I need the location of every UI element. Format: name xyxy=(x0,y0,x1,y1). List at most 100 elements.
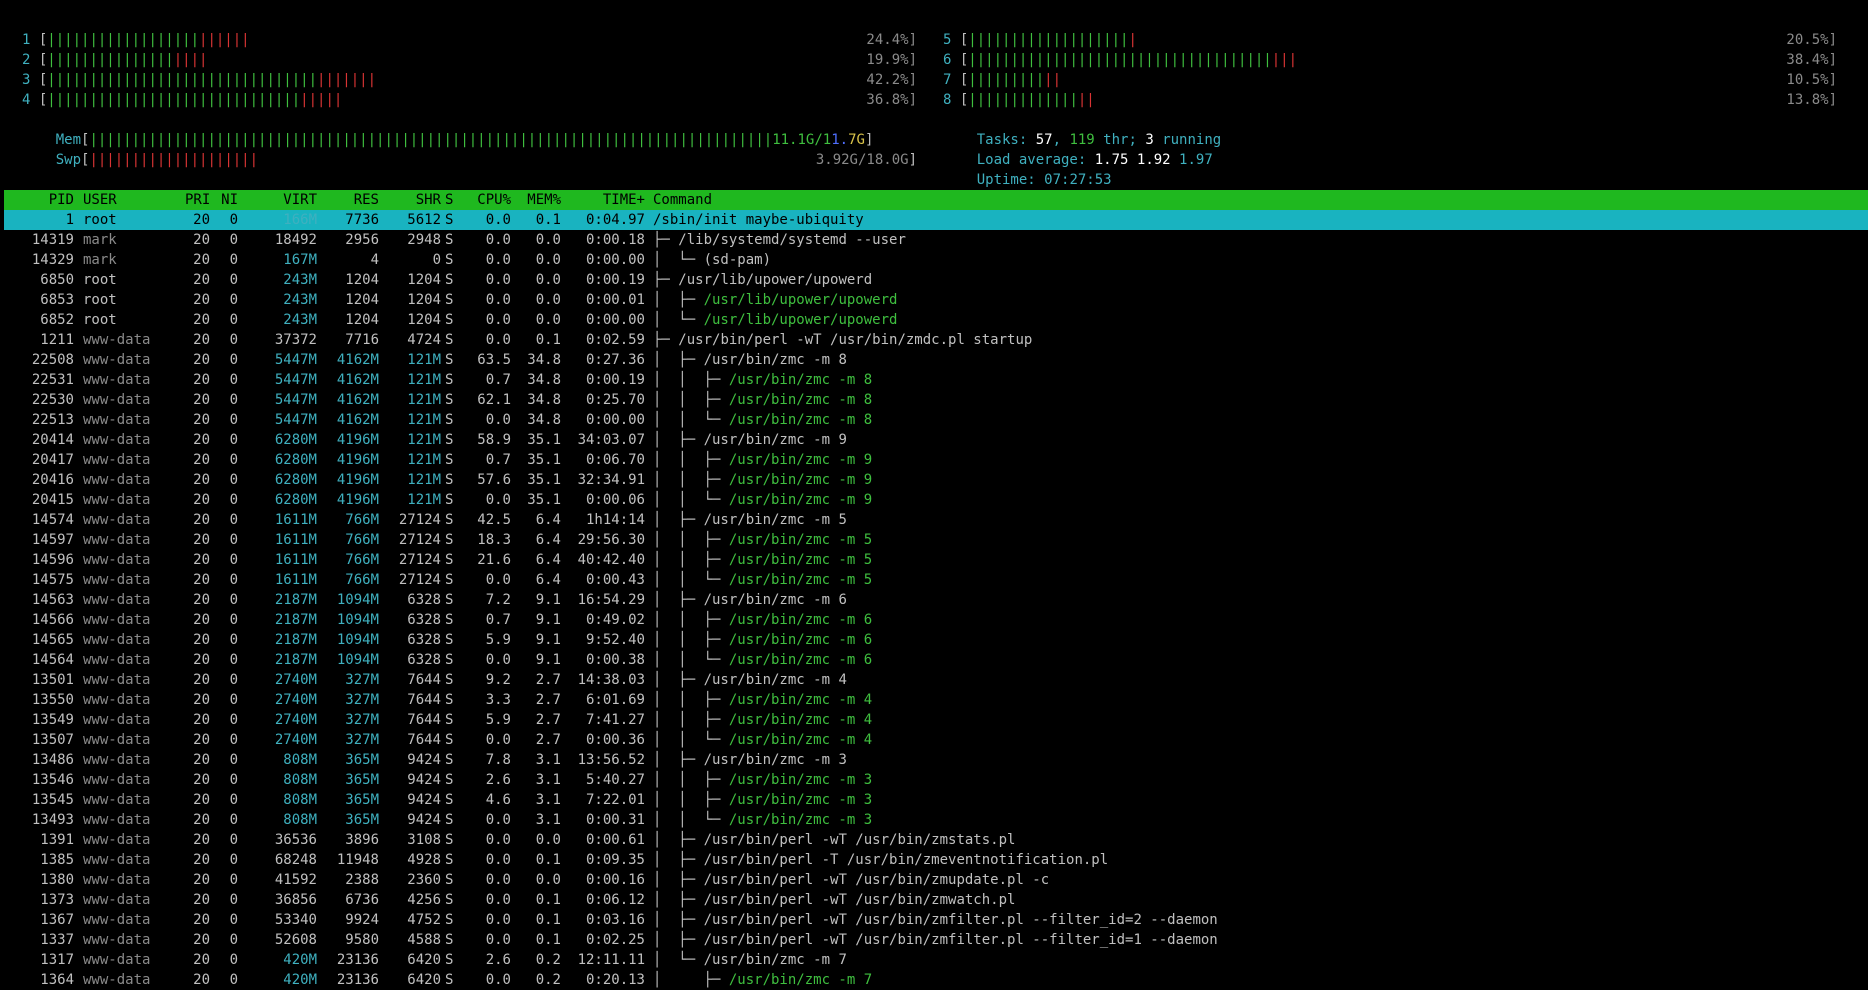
process-row[interactable]: 1367 www-data 20 0 53340 9924 4752 S 0.0 0.1 0:03.… xyxy=(4,910,1868,930)
process-row[interactable]: 20417 www-data 20 0 6280M 4196M 121M S 0.7 35.1 0:… xyxy=(4,450,1868,470)
process-row[interactable]: 13501 www-data 20 0 2740M 327M 7644 S 9.2 2.7 14:3… xyxy=(4,670,1868,690)
column-header-s[interactable]: S xyxy=(445,190,457,210)
column-header-cmd[interactable]: Command xyxy=(653,190,1868,210)
time-cell: 0:03.16 xyxy=(585,912,645,928)
command-text: /usr/lib/upower/upowerd xyxy=(678,272,873,288)
command-text: /usr/bin/perl -wT /usr/bin/zmstats.pl xyxy=(703,832,1016,848)
process-row[interactable]: 1364 www-data 20 0 420M 23136 6420 S 0.0 0.2 0:20.… xyxy=(4,970,1868,990)
process-row[interactable]: 20415 www-data 20 0 6280M 4196M 121M S 0.0 35.1 0:… xyxy=(4,490,1868,510)
process-row[interactable]: 13546 www-data 20 0 808M 365M 9424 S 2.6 3.1 5:40.… xyxy=(4,770,1868,790)
process-row[interactable]: 14563 www-data 20 0 2187M 1094M 6328 S 7.2 9.1 16:… xyxy=(4,590,1868,610)
process-row[interactable]: 20414 www-data 20 0 6280M 4196M 121M S 58.9 35.1 3… xyxy=(4,430,1868,450)
pid-cell: 1373 xyxy=(40,892,74,908)
column-header-mem[interactable]: MEM% xyxy=(515,190,561,210)
shr-cell: 6328 xyxy=(407,632,441,648)
mem-cell: 9.1 xyxy=(535,632,561,648)
column-header-virt[interactable]: VIRT xyxy=(242,190,317,210)
virt-cell: 808M xyxy=(283,752,317,768)
process-row[interactable]: 22531 www-data 20 0 5447M 4162M 121M S 0.7 34.8 0:… xyxy=(4,370,1868,390)
process-row[interactable]: 13486 www-data 20 0 808M 365M 9424 S 7.8 3.1 13:56… xyxy=(4,750,1868,770)
process-row[interactable]: 14575 www-data 20 0 1611M 766M 27124 S 0.0 6.4 0:0… xyxy=(4,570,1868,590)
process-row[interactable]: 1317 www-data 20 0 420M 23136 6420 S 2.6 0.2 12:11… xyxy=(4,950,1868,970)
column-header-res[interactable]: RES xyxy=(321,190,379,210)
process-row[interactable]: 14566 www-data 20 0 2187M 1094M 6328 S 0.7 9.1 0:4… xyxy=(4,610,1868,630)
process-row[interactable]: 14319 mark 20 0 18492 2956 2948 S 0.0 0.0 0:00.18 ├… xyxy=(4,230,1868,250)
process-row[interactable]: 14596 www-data 20 0 1611M 766M 27124 S 21.6 6.4 40… xyxy=(4,550,1868,570)
process-row[interactable]: 1 root 20 0 166M 7736 5612 S 0.0 0.1 0:04.97/sbin/… xyxy=(4,210,1868,230)
column-header-time[interactable]: TIME+ xyxy=(565,190,645,210)
time-cell: 0:49.02 xyxy=(585,612,645,628)
tree-branch: │ │ └─ xyxy=(653,492,729,508)
process-row[interactable]: 13545 www-data 20 0 808M 365M 9424 S 4.6 3.1 7:22.… xyxy=(4,790,1868,810)
process-row[interactable]: 6852 root 20 0 243M 1204 1204 S 0.0 0.0 0:00.00 │ └… xyxy=(4,310,1868,330)
tree-branch: │ ├─ xyxy=(653,432,704,448)
cpu-cell: 0.0 xyxy=(485,232,511,248)
shr-cell: 4588 xyxy=(407,932,441,948)
process-row[interactable]: 13549 www-data 20 0 2740M 327M 7644 S 5.9 2.7 7:41… xyxy=(4,710,1868,730)
time-cell: 6:01.69 xyxy=(585,692,645,708)
user-cell: www-data xyxy=(83,632,151,648)
time-cell: 0:27.36 xyxy=(585,352,645,368)
priority-cell: 20 xyxy=(193,832,210,848)
process-row[interactable]: 6850 root 20 0 243M 1204 1204 S 0.0 0.0 0:00.19 ├─ … xyxy=(4,270,1868,290)
process-row[interactable]: 14574 www-data 20 0 1611M 766M 27124 S 42.5 6.4 1h… xyxy=(4,510,1868,530)
state-cell: S xyxy=(445,932,454,948)
load-15min: 1.97 xyxy=(1179,152,1213,168)
virt-cell: 808M xyxy=(283,792,317,808)
process-row[interactable]: 22530 www-data 20 0 5447M 4162M 121M S 62.1 34.8 0… xyxy=(4,390,1868,410)
column-header-pri[interactable]: PRI xyxy=(185,190,210,210)
pid-cell: 6852 xyxy=(40,312,74,328)
column-header-ni[interactable]: NI xyxy=(214,190,238,210)
process-row[interactable]: 14565 www-data 20 0 2187M 1094M 6328 S 5.9 9.1 9:5… xyxy=(4,630,1868,650)
priority-cell: 20 xyxy=(193,772,210,788)
mem-cell: 6.4 xyxy=(535,512,561,528)
pid-cell: 13550 xyxy=(31,692,74,708)
command-cell: │ ├─ /usr/bin/zmc -m 3 xyxy=(653,750,1868,770)
process-row[interactable]: 6853 root 20 0 243M 1204 1204 S 0.0 0.0 0:00.01 │ ├… xyxy=(4,290,1868,310)
user-cell: www-data xyxy=(83,512,151,528)
nice-cell: 0 xyxy=(229,252,238,268)
mem-cell: 35.1 xyxy=(527,492,561,508)
cpu-cell: 0.7 xyxy=(485,612,511,628)
column-header-cpu[interactable]: CPU% xyxy=(461,190,511,210)
column-header-shr[interactable]: SHR xyxy=(383,190,441,210)
process-row[interactable]: 14597 www-data 20 0 1611M 766M 27124 S 18.3 6.4 29… xyxy=(4,530,1868,550)
command-text: /usr/bin/zmc -m 9 xyxy=(728,452,873,468)
process-row[interactable]: 14329 mark 20 0 167M 4 0 S 0.0 0.0 0:00.00 │ └─ (sd… xyxy=(4,250,1868,270)
priority-cell: 20 xyxy=(193,792,210,808)
res-cell: 2956 xyxy=(345,232,379,248)
cpu-cell: 0.7 xyxy=(485,452,511,468)
process-row[interactable]: 13493 www-data 20 0 808M 365M 9424 S 0.0 3.1 0:00.… xyxy=(4,810,1868,830)
command-cell: │ │ └─ /usr/bin/zmc -m 5 xyxy=(653,570,1868,590)
process-row[interactable]: 22508 www-data 20 0 5447M 4162M 121M S 63.5 34.8 0… xyxy=(4,350,1868,370)
process-row[interactable]: 1391 www-data 20 0 36536 3896 3108 S 0.0 0.0 0:00.… xyxy=(4,830,1868,850)
shr-cell: 7644 xyxy=(407,692,441,708)
command-text: /usr/bin/zmc -m 4 xyxy=(703,672,847,688)
process-row[interactable]: 22513 www-data 20 0 5447M 4162M 121M S 0.0 34.8 0:… xyxy=(4,410,1868,430)
process-row[interactable]: 1211 www-data 20 0 37372 7716 4724 S 0.0 0.1 0:02.… xyxy=(4,330,1868,350)
column-header-user[interactable]: USER xyxy=(83,190,181,210)
process-row[interactable]: 14564 www-data 20 0 2187M 1094M 6328 S 0.0 9.1 0:0… xyxy=(4,650,1868,670)
process-row[interactable]: 13550 www-data 20 0 2740M 327M 7644 S 3.3 2.7 6:01… xyxy=(4,690,1868,710)
shr-cell: 6328 xyxy=(407,612,441,628)
user-cell: root xyxy=(83,272,117,288)
tree-branch: │ │ ├─ xyxy=(653,392,729,408)
cpu-bar-normal: |||||||||||||||||||||||||||||| xyxy=(47,92,301,108)
shr-cell: 121M xyxy=(407,432,441,448)
res-cell: 1094M xyxy=(336,612,379,628)
process-row[interactable]: 1385 www-data 20 0 68248 11948 4928 S 0.0 0.1 0:09… xyxy=(4,850,1868,870)
process-row[interactable]: 20416 www-data 20 0 6280M 4196M 121M S 57.6 35.1 3… xyxy=(4,470,1868,490)
process-row[interactable]: 1380 www-data 20 0 41592 2388 2360 S 0.0 0.0 0:00.… xyxy=(4,870,1868,890)
priority-cell: 20 xyxy=(193,952,210,968)
process-row[interactable]: 1337 www-data 20 0 52608 9580 4588 S 0.0 0.1 0:02.… xyxy=(4,930,1868,950)
cpu-percent: 20.5%] xyxy=(1786,32,1837,48)
nice-cell: 0 xyxy=(229,232,238,248)
command-text: /usr/bin/zmc -m 7 xyxy=(728,972,873,988)
res-cell: 1204 xyxy=(345,292,379,308)
virt-cell: 243M xyxy=(283,272,317,288)
state-cell: S xyxy=(445,752,454,768)
process-row[interactable]: 1373 www-data 20 0 36856 6736 4256 S 0.0 0.1 0:06.… xyxy=(4,890,1868,910)
column-header-pid[interactable]: PID xyxy=(4,190,74,210)
process-row[interactable]: 13507 www-data 20 0 2740M 327M 7644 S 0.0 2.7 0:00… xyxy=(4,730,1868,750)
tree-branch: │ │ ├─ xyxy=(653,692,729,708)
